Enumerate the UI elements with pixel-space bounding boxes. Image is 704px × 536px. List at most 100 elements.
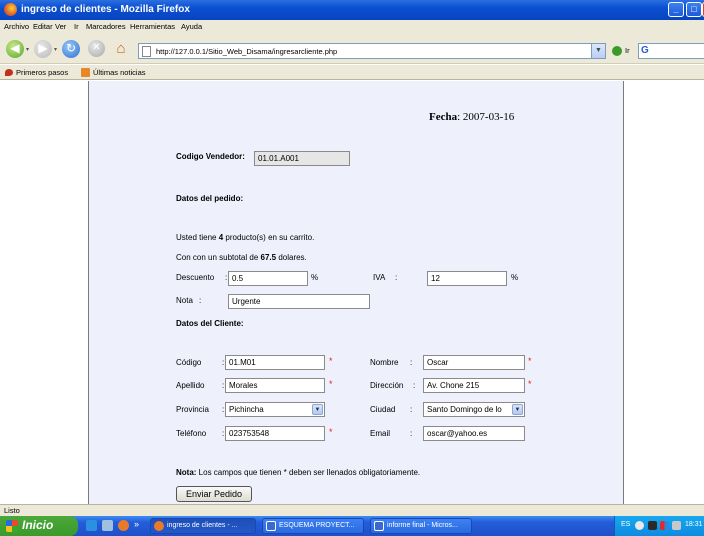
- vendedor-field: 01.01.A001: [254, 151, 350, 166]
- menu-bar: Archivo Editar Ver Ir Marcadores Herrami…: [0, 20, 704, 34]
- menu-herramientas[interactable]: Herramientas: [130, 22, 175, 31]
- descuento-percent: %: [311, 273, 319, 282]
- search-box[interactable]: G: [638, 43, 704, 59]
- tray-security-icon[interactable]: [660, 521, 669, 530]
- menu-ver[interactable]: Ver: [55, 22, 66, 31]
- url-text[interactable]: http://127.0.0.1/Sitio_Web_Disama/ingres…: [156, 47, 337, 56]
- minimize-button[interactable]: _: [668, 2, 684, 17]
- quicklaunch-desktop-icon[interactable]: [86, 520, 97, 531]
- windows-flag-icon: [6, 520, 18, 532]
- apellido-required-mark: *: [329, 379, 333, 389]
- codigo-label: Código: [176, 358, 202, 367]
- vendedor-label: Codigo Vendedor:: [176, 152, 245, 161]
- provincia-label: Provincia: [176, 405, 209, 414]
- apellido-colon: :: [222, 381, 225, 390]
- nota-input[interactable]: Urgente: [228, 294, 370, 309]
- reload-icon[interactable]: ↻: [62, 40, 80, 58]
- email-colon: :: [410, 429, 413, 438]
- page-icon: [142, 46, 151, 57]
- maximize-button[interactable]: □: [686, 2, 702, 17]
- title-bar: ingreso de clientes - Mozilla Firefox _ …: [0, 0, 704, 20]
- direccion-input[interactable]: Av. Chone 215: [423, 378, 525, 393]
- codigo-required-mark: *: [329, 356, 333, 366]
- back-dropdown-icon[interactable]: ▾: [26, 46, 29, 53]
- window-title: ingreso de clientes - Mozilla Firefox: [21, 4, 190, 15]
- codigo-colon: :: [222, 358, 225, 367]
- codigo-input[interactable]: 01.M01: [225, 355, 325, 370]
- cart-pre: Usted tiene: [176, 233, 219, 242]
- bookmark-primeros-pasos[interactable]: Primeros pasos: [16, 68, 68, 77]
- iva-colon: :: [395, 273, 398, 282]
- fecha-value: : 2007-03-16: [457, 111, 515, 123]
- nombre-input[interactable]: Oscar: [423, 355, 525, 370]
- url-dropdown-icon[interactable]: ▼: [591, 44, 605, 58]
- rss-icon: [81, 68, 90, 77]
- cart-post: producto(s) en su carrito.: [223, 233, 315, 242]
- nombre-label: Nombre: [370, 358, 399, 367]
- word-icon: [266, 521, 276, 531]
- task-firefox-label: ingreso de clientes - ...: [167, 522, 238, 529]
- descuento-colon: :: [225, 273, 228, 282]
- quicklaunch-chevron-icon[interactable]: »: [134, 519, 139, 529]
- status-text: Listo: [4, 506, 20, 515]
- menu-marcadores[interactable]: Marcadores: [86, 22, 126, 31]
- subtotal-line: Con con un subtotal de 67.5 dolares.: [176, 253, 307, 262]
- status-bar: Listo: [0, 504, 704, 516]
- task-informe[interactable]: informe final - Micros...: [370, 518, 472, 534]
- go-icon[interactable]: [612, 46, 622, 56]
- nota-colon: :: [199, 296, 202, 305]
- apellido-input[interactable]: Morales: [225, 378, 325, 393]
- nombre-colon: :: [410, 358, 413, 367]
- descuento-input[interactable]: 0.5: [228, 271, 308, 286]
- go-button-label[interactable]: Ir: [625, 46, 630, 55]
- enviar-pedido-button[interactable]: Enviar Pedido: [176, 486, 252, 502]
- tray-network-icon[interactable]: [648, 521, 657, 530]
- cliente-heading: Datos del Cliente:: [176, 319, 244, 328]
- menu-ir[interactable]: Ir: [74, 22, 79, 31]
- apellido-label: Apellido: [176, 381, 205, 390]
- provincia-select[interactable]: Pichincha ▼: [225, 402, 325, 417]
- task-firefox[interactable]: ingreso de clientes - ...: [150, 518, 256, 534]
- iva-input[interactable]: 12: [427, 271, 507, 286]
- forward-icon[interactable]: ▶: [34, 40, 52, 58]
- direccion-required-mark: *: [528, 379, 532, 389]
- email-input[interactable]: oscar@yahoo.es: [423, 426, 525, 441]
- tray-volume-icon[interactable]: [672, 521, 681, 530]
- home-icon[interactable]: ⌂: [112, 40, 130, 58]
- system-tray: ES 18:31: [614, 516, 704, 536]
- stop-icon[interactable]: ✕: [88, 40, 105, 57]
- ciudad-select[interactable]: Santo Domingo de lo ▼: [423, 402, 525, 417]
- descuento-label: Descuento: [176, 273, 215, 282]
- pedido-heading: Datos del pedido:: [176, 194, 244, 203]
- iva-label: IVA: [373, 273, 386, 282]
- back-icon[interactable]: ◀: [6, 40, 24, 58]
- chevron-down-icon[interactable]: ▼: [512, 404, 523, 415]
- forward-dropdown-icon[interactable]: ▾: [54, 46, 57, 53]
- quicklaunch-firefox-icon[interactable]: [118, 520, 129, 531]
- subtotal-post: dolares.: [276, 253, 307, 262]
- telefono-input[interactable]: 023753548: [225, 426, 325, 441]
- url-bar[interactable]: http://127.0.0.1/Sitio_Web_Disama/ingres…: [138, 43, 606, 59]
- chevron-down-icon[interactable]: ▼: [312, 404, 323, 415]
- start-button[interactable]: Inicio: [0, 516, 78, 536]
- menu-ayuda[interactable]: Ayuda: [181, 22, 202, 31]
- bookmarks-toolbar: Primeros pasos Últimas noticias: [0, 65, 704, 80]
- ciudad-colon: :: [410, 405, 413, 414]
- tray-app-icon[interactable]: [635, 521, 644, 530]
- google-search-icon[interactable]: G: [641, 45, 649, 56]
- email-label: Email: [370, 429, 391, 438]
- required-fields-note: Nota: Los campos que tienen * deben ser …: [176, 468, 420, 477]
- bookmark-firefox-icon: [5, 69, 13, 76]
- start-label: Inicio: [22, 518, 54, 532]
- page-content: Fecha: 2007-03-16 Codigo Vendedor: 01.01…: [0, 81, 704, 504]
- telefono-colon: :: [222, 429, 225, 438]
- clock: 18:31: [685, 521, 703, 528]
- iva-percent: %: [511, 273, 519, 282]
- task-informe-label: informe final - Micros...: [387, 522, 458, 529]
- language-indicator[interactable]: ES: [621, 521, 630, 528]
- menu-editar[interactable]: Editar: [33, 22, 53, 31]
- bookmark-ultimas-noticias[interactable]: Últimas noticias: [93, 68, 146, 77]
- menu-archivo[interactable]: Archivo: [4, 22, 29, 31]
- task-esquema[interactable]: ESQUEMA PROYECT...: [262, 518, 364, 534]
- quicklaunch-ie-icon[interactable]: [102, 520, 113, 531]
